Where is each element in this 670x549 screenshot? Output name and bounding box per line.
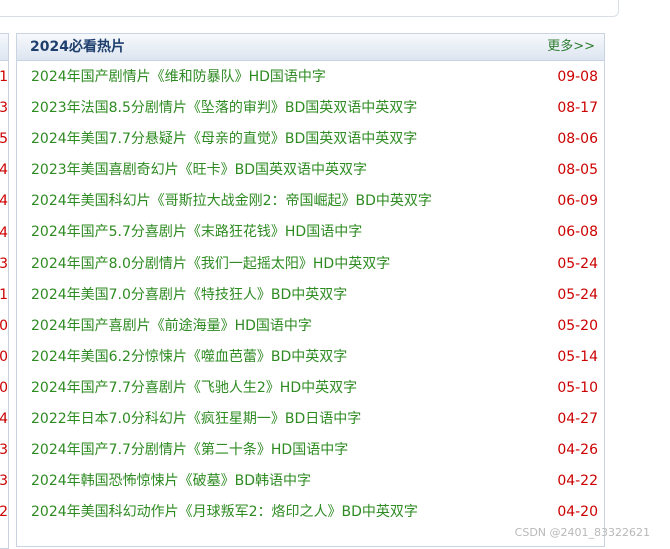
movie-date: 09-08 bbox=[557, 69, 598, 85]
left-column-digit: 4 bbox=[0, 193, 8, 210]
left-column-digit: 4 bbox=[0, 162, 8, 179]
movie-title-link[interactable]: 2024年美国6.2分惊悚片《噬血芭蕾》BD中英双字 bbox=[31, 347, 347, 367]
left-column-digit: 1 bbox=[0, 286, 8, 303]
movie-date: 05-20 bbox=[557, 317, 598, 334]
list-item: 2024年国产8.0分剧情片《我们一起摇太阳》HD中英双字 05-24 bbox=[17, 248, 604, 279]
movie-date: 08-17 bbox=[557, 100, 598, 117]
movie-title-link[interactable]: 2024年国产8.0分剧情片《我们一起摇太阳》HD中英双字 bbox=[31, 254, 390, 274]
movie-title-link[interactable]: 2024年韩国恐怖惊悚片《破墓》BD韩语中字 bbox=[31, 471, 311, 491]
movie-title-link[interactable]: 2024年国产7.7分剧情片《第二十条》HD国语中字 bbox=[31, 440, 348, 460]
left-column-digit: 0 bbox=[0, 348, 8, 365]
list-item: 2022年日本7.0分科幻片《疯狂星期一》BD日语中字 04-27 bbox=[17, 403, 604, 434]
movie-date: 05-10 bbox=[557, 379, 598, 396]
movie-title-link[interactable]: 2024年美国科幻动作片《月球叛军2：烙印之人》BD中英双字 bbox=[31, 502, 418, 522]
hot-movies-panel: 2024必看热片 更多>> 2024年国产剧情片《维和防暴队》HD国语中字 09-… bbox=[16, 33, 605, 547]
left-column-digit: 5 bbox=[0, 131, 8, 148]
left-column-digit: 4 bbox=[0, 411, 8, 428]
left-column-fragment: 1 3 5 4 4 4 3 1 0 0 0 4 3 3 2 bbox=[0, 33, 9, 549]
left-column-digit: 1 bbox=[0, 69, 8, 85]
left-column-digit: 4 bbox=[0, 224, 8, 241]
movie-date: 05-14 bbox=[557, 348, 598, 365]
movie-title-link[interactable]: 2024年国产剧情片《维和防暴队》HD国语中字 bbox=[31, 67, 326, 87]
upper-panel-edge bbox=[0, 0, 619, 17]
movie-title-link[interactable]: 2023年法国8.5分剧情片《坠落的审判》BD国英双语中英双字 bbox=[31, 98, 417, 118]
movie-date: 06-08 bbox=[557, 224, 598, 241]
movie-title-link[interactable]: 2024年美国7.7分悬疑片《母亲的直觉》BD国英双语中英双字 bbox=[31, 129, 417, 149]
movie-title-link[interactable]: 2024年美国7.0分喜剧片《特技狂人》BD中英双字 bbox=[31, 285, 347, 305]
list-item: 2024年国产剧情片《维和防暴队》HD国语中字 09-08 bbox=[17, 61, 604, 92]
movie-date: 08-05 bbox=[557, 162, 598, 179]
movie-date: 04-26 bbox=[557, 442, 598, 459]
panel-title: 2024必看热片 bbox=[30, 39, 125, 55]
movie-title-link[interactable]: 2024年美国科幻片《哥斯拉大战金刚2：帝国崛起》BD中英双字 bbox=[31, 191, 432, 211]
movie-date: 04-20 bbox=[557, 504, 598, 521]
list-item: 2024年韩国恐怖惊悚片《破墓》BD韩语中字 04-22 bbox=[17, 465, 604, 496]
movie-date: 06-09 bbox=[557, 193, 598, 210]
left-column-digit: 3 bbox=[0, 255, 8, 272]
more-link[interactable]: 更多>> bbox=[547, 38, 595, 56]
left-column-digit: 3 bbox=[0, 442, 8, 459]
list-item: 2023年美国喜剧奇幻片《旺卡》BD国英双语中英双字 08-05 bbox=[17, 154, 604, 185]
movie-date: 05-24 bbox=[557, 286, 598, 303]
list-item: 2024年美国科幻动作片《月球叛军2：烙印之人》BD中英双字 04-20 bbox=[17, 496, 604, 527]
list-item: 2024年国产7.7分喜剧片《飞驰人生2》HD中英双字 05-10 bbox=[17, 372, 604, 403]
movie-title-link[interactable]: 2023年美国喜剧奇幻片《旺卡》BD国英双语中英双字 bbox=[31, 160, 367, 180]
list-item: 2024年国产7.7分剧情片《第二十条》HD国语中字 04-26 bbox=[17, 434, 604, 465]
movie-date: 05-24 bbox=[557, 255, 598, 272]
left-column-digit: 2 bbox=[0, 504, 8, 521]
list-item: 2024年国产5.7分喜剧片《末路狂花钱》HD国语中字 06-08 bbox=[17, 216, 604, 247]
watermark: CSDN @2401_83322621 bbox=[514, 526, 650, 539]
list-item: 2024年美国7.0分喜剧片《特技狂人》BD中英双字 05-24 bbox=[17, 279, 604, 310]
list-item: 2024年美国科幻片《哥斯拉大战金刚2：帝国崛起》BD中英双字 06-09 bbox=[17, 185, 604, 216]
left-column-digit: 0 bbox=[0, 380, 8, 396]
left-column-digit: 0 bbox=[0, 317, 8, 334]
movie-date: 04-22 bbox=[557, 473, 598, 490]
movie-title-link[interactable]: 2022年日本7.0分科幻片《疯狂星期一》BD日语中字 bbox=[31, 409, 361, 429]
left-column-digit: 3 bbox=[0, 473, 8, 490]
movie-title-link[interactable]: 2024年国产喜剧片《前途海量》HD国语中字 bbox=[31, 316, 312, 336]
panel-header: 2024必看热片 更多>> bbox=[17, 34, 604, 61]
list-item: 2024年国产喜剧片《前途海量》HD国语中字 05-20 bbox=[17, 310, 604, 341]
movie-title-link[interactable]: 2024年国产7.7分喜剧片《飞驰人生2》HD中英双字 bbox=[31, 378, 357, 398]
movie-date: 04-27 bbox=[557, 411, 598, 428]
left-column-header bbox=[0, 34, 8, 61]
list-item: 2024年美国6.2分惊悚片《噬血芭蕾》BD中英双字 05-14 bbox=[17, 341, 604, 372]
movie-title-link[interactable]: 2024年国产5.7分喜剧片《末路狂花钱》HD国语中字 bbox=[31, 222, 362, 242]
list-item: 2023年法国8.5分剧情片《坠落的审判》BD国英双语中英双字 08-17 bbox=[17, 92, 604, 123]
left-column-digit: 3 bbox=[0, 100, 8, 117]
movie-list: 2024年国产剧情片《维和防暴队》HD国语中字 09-08 2023年法国8.5分剧… bbox=[17, 61, 604, 527]
movie-date: 08-06 bbox=[557, 131, 598, 148]
list-item: 2024年美国7.7分悬疑片《母亲的直觉》BD国英双语中英双字 08-06 bbox=[17, 123, 604, 154]
